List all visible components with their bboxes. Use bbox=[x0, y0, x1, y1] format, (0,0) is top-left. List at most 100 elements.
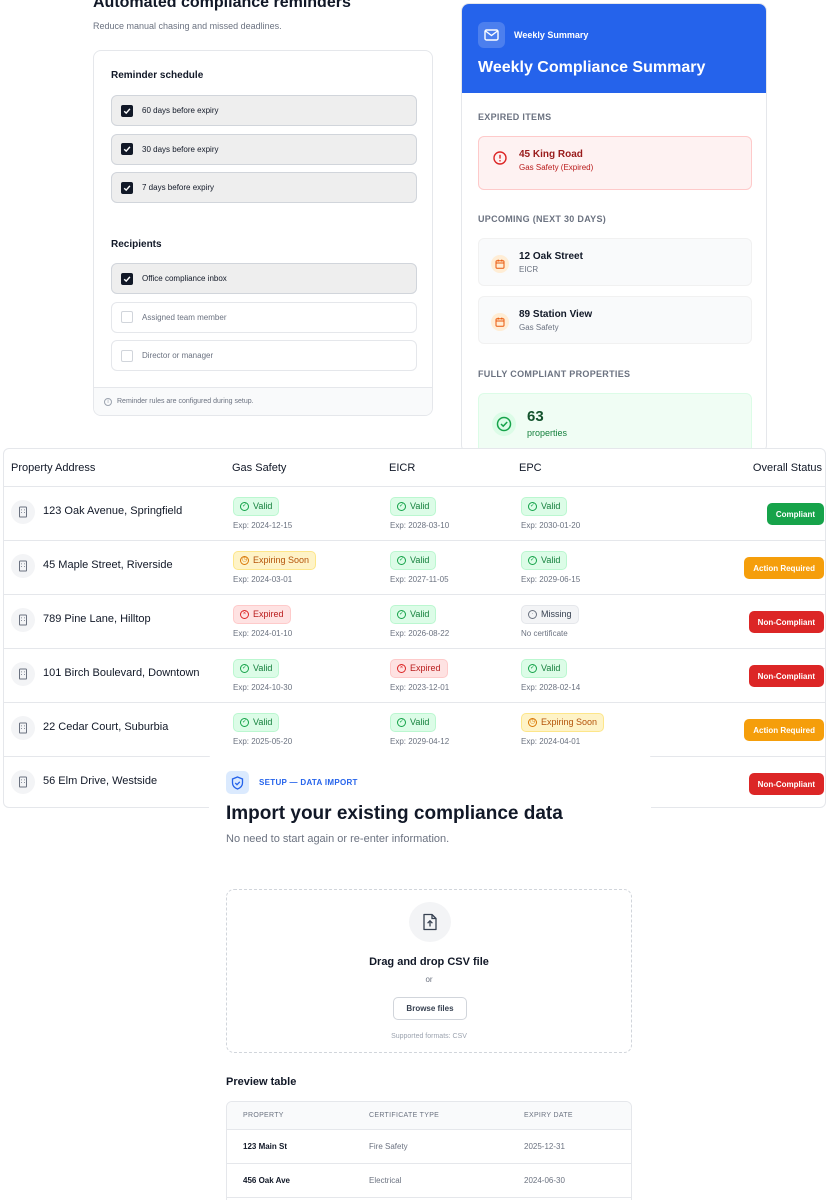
cert-status-badge: ✓ Valid bbox=[521, 658, 568, 678]
preview-heading: Preview table bbox=[226, 1076, 297, 1088]
overall-status-badge: Action Required bbox=[744, 719, 824, 741]
cert-expiry: Exp: 2024-01-10 bbox=[233, 628, 293, 638]
cert-status-label: Valid bbox=[410, 501, 430, 511]
building-icon bbox=[11, 500, 35, 524]
preview-expiry: 2024-06-30 bbox=[524, 1176, 565, 1185]
property-address[interactable]: 123 Oak Avenue, Springfield bbox=[43, 505, 182, 517]
schedule-option[interactable]: 30 days before expiry bbox=[111, 133, 417, 165]
table-row[interactable]: 22 Cedar Court, Suburbia ✓ Valid Exp: 2025-… bbox=[4, 703, 825, 757]
property-address[interactable]: 789 Pine Lane, Hilltop bbox=[43, 613, 151, 625]
cert-status-badge: ✓ Valid bbox=[390, 604, 437, 624]
weekly-summary-badge: Weekly Summary bbox=[514, 30, 589, 40]
reminders-footer: i Reminder rules are configured during s… bbox=[94, 387, 432, 415]
property-address[interactable]: 22 Cedar Court, Suburbia bbox=[43, 721, 168, 733]
cert-status-label: Expiring Soon bbox=[541, 717, 598, 727]
compliant-unit: properties bbox=[527, 428, 568, 438]
cert-status-label: Valid bbox=[410, 609, 430, 619]
overall-status-badge: Non-Compliant bbox=[748, 773, 824, 795]
cert-cell-gas: × Expired Exp: 2024-01-10 bbox=[233, 602, 292, 638]
schedule-option[interactable]: 7 days before expiry bbox=[111, 172, 417, 203]
cert-expiry: Exp: 2030-01-20 bbox=[521, 520, 581, 530]
valid-status-icon: ✓ bbox=[397, 717, 406, 727]
preview-cert-type: Fire Safety bbox=[369, 1142, 408, 1151]
cert-expiry: Exp: 2029-06-15 bbox=[521, 574, 581, 584]
valid-status-icon: ✓ bbox=[528, 663, 537, 673]
cert-cell-gas: ✓ Valid Exp: 2024-10-30 bbox=[233, 656, 292, 692]
browse-files-button[interactable]: Browse files bbox=[393, 997, 467, 1020]
upcoming-item[interactable]: 12 Oak Street EICR bbox=[478, 238, 752, 286]
weekly-summary-card: Weekly Summary Weekly Compliance Summary… bbox=[461, 3, 767, 453]
preview-property: 123 Main St bbox=[243, 1142, 288, 1151]
checkbox-checked[interactable] bbox=[121, 143, 133, 155]
cert-status-label: Valid bbox=[253, 501, 273, 511]
header-eicr: EICR bbox=[389, 462, 416, 474]
csv-drop-zone[interactable]: Drag and drop CSV file or Browse files S… bbox=[226, 889, 632, 1053]
cert-expiry: Exp: 2025-05-20 bbox=[233, 736, 293, 746]
preview-cert-type: Electrical bbox=[369, 1176, 402, 1185]
upcoming-heading: UPCOMING (NEXT 30 DAYS) bbox=[478, 214, 607, 224]
cert-status-label: Missing bbox=[541, 609, 572, 619]
property-address[interactable]: 101 Birch Boulevard, Downtown bbox=[43, 667, 200, 679]
cert-status-badge: ◷ Expiring Soon bbox=[233, 550, 317, 570]
property-address[interactable]: 45 Maple Street, Riverside bbox=[43, 559, 173, 571]
valid-status-icon: ✓ bbox=[397, 555, 406, 565]
table-row[interactable]: 45 Maple Street, Riverside ◷ Expiring Soon… bbox=[4, 541, 825, 595]
cert-cell-gas: ◷ Expiring Soon Exp: 2024-03-01 bbox=[233, 548, 317, 584]
cert-status-badge: ✓ Valid bbox=[233, 658, 280, 678]
table-row[interactable]: 789 Pine Lane, Hilltop × Expired Exp: 2024-… bbox=[4, 595, 825, 649]
recipient-option[interactable]: Office compliance inbox bbox=[111, 263, 417, 294]
cert-cell-eicr: × Expired Exp: 2023-12-01 bbox=[390, 656, 449, 692]
cert-status-label: Valid bbox=[541, 501, 561, 511]
checkbox-unchecked[interactable] bbox=[121, 311, 133, 323]
header-epc: EPC bbox=[519, 462, 542, 474]
soon-status-icon: ◷ bbox=[528, 717, 537, 727]
header-gas: Gas Safety bbox=[232, 462, 287, 474]
building-icon bbox=[11, 554, 35, 578]
cert-cell-eicr: ✓ Valid Exp: 2028-03-10 bbox=[390, 494, 449, 530]
cert-cell-eicr: ✓ Valid Exp: 2029-04-12 bbox=[390, 710, 449, 746]
weekly-summary-title: Weekly Compliance Summary bbox=[478, 59, 706, 76]
schedule-option[interactable]: 60 days before expiry bbox=[111, 95, 417, 126]
cert-status-badge: × Expired bbox=[233, 604, 291, 624]
mail-icon bbox=[478, 22, 505, 48]
recipient-option[interactable]: Director or manager bbox=[111, 340, 417, 371]
overall-status-badge: Non-Compliant bbox=[748, 611, 824, 633]
valid-status-icon: ✓ bbox=[240, 717, 249, 727]
recipient-option-label: Assigned team member bbox=[142, 312, 227, 322]
file-upload-icon bbox=[409, 902, 451, 942]
drop-title: Drag and drop CSV file bbox=[369, 956, 489, 968]
cert-expiry: Exp: 2026-08-22 bbox=[390, 628, 450, 638]
cert-status-badge: ✓ Valid bbox=[233, 496, 280, 516]
preview-row: 123 Main St Fire Safety 2025-12-31 bbox=[227, 1130, 631, 1164]
upcoming-item-detail: Gas Safety bbox=[519, 323, 559, 332]
checkbox-checked[interactable] bbox=[121, 272, 133, 285]
cert-expiry: Exp: 2024-10-30 bbox=[233, 682, 293, 692]
expired-heading: EXPIRED ITEMS bbox=[478, 112, 552, 122]
cert-status-label: Valid bbox=[541, 663, 561, 673]
expired-item-title: 45 King Road bbox=[519, 149, 583, 160]
upcoming-item-title: 12 Oak Street bbox=[519, 251, 583, 262]
checkbox-checked[interactable] bbox=[121, 181, 133, 194]
expired-status-icon: × bbox=[240, 609, 249, 619]
valid-status-icon: ✓ bbox=[240, 663, 249, 673]
preview-header-expiry: EXPIRY DATE bbox=[524, 1112, 573, 1119]
overall-status-badge: Compliant bbox=[766, 503, 824, 525]
recipient-option[interactable]: Assigned team member bbox=[111, 301, 417, 333]
checkbox-checked[interactable] bbox=[121, 104, 133, 117]
reminders-footer-note: Reminder rules are configured during set… bbox=[117, 398, 254, 405]
table-row[interactable]: 101 Birch Boulevard, Downtown ✓ Valid Exp: … bbox=[4, 649, 825, 703]
cert-status-badge: ✓ Valid bbox=[390, 496, 437, 516]
upcoming-item[interactable]: 89 Station View Gas Safety bbox=[478, 296, 752, 344]
import-subtitle: No need to start again or re-enter infor… bbox=[226, 833, 450, 845]
checkbox-unchecked[interactable] bbox=[121, 349, 133, 362]
table-row[interactable]: 123 Oak Avenue, Springfield ✓ Valid Exp: 20… bbox=[4, 487, 825, 541]
valid-status-icon: ✓ bbox=[528, 501, 537, 511]
supported-formats: Supported formats: CSV bbox=[391, 1033, 467, 1040]
schedule-option-label: 60 days before expiry bbox=[142, 106, 219, 115]
schedule-heading: Reminder schedule bbox=[111, 70, 204, 81]
expired-item[interactable]: 45 King Road Gas Safety (Expired) bbox=[478, 136, 752, 190]
cert-status-label: Valid bbox=[253, 717, 273, 727]
soon-status-icon: ◷ bbox=[240, 555, 249, 565]
cert-status-label: Expired bbox=[253, 609, 284, 619]
property-address[interactable]: 56 Elm Drive, Westside bbox=[43, 775, 157, 787]
